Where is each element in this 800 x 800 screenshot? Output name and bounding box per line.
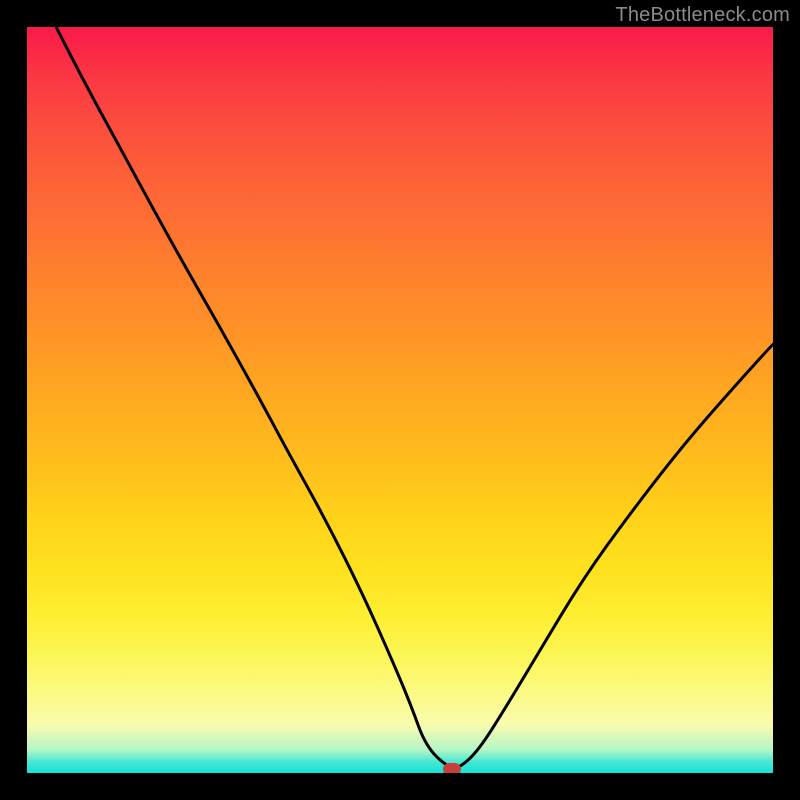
bottleneck-curve [56,27,773,768]
chart-stage: TheBottleneck.com [0,0,800,800]
optimal-marker [443,763,461,773]
plot-area [27,27,773,773]
curve-layer [27,27,773,773]
watermark-text: TheBottleneck.com [615,4,790,27]
